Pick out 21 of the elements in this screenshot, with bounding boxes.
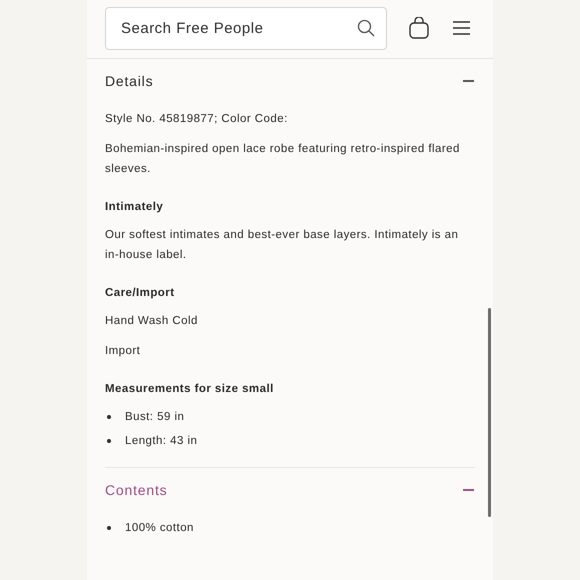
- menu-icon[interactable]: [453, 21, 470, 35]
- bullet-icon: [107, 439, 111, 443]
- list-item-text: Length: 43 in: [125, 434, 198, 449]
- description-text: Import: [105, 344, 142, 359]
- bullet-icon: [107, 526, 111, 530]
- bullet-icon: [107, 415, 111, 419]
- subheading: Intimately: [105, 200, 164, 215]
- description-text: Our softest intimates and best-ever base layers. Intimately is an in-house label.: [105, 228, 460, 263]
- section-title[interactable]: Details: [105, 73, 154, 89]
- subheading: Care/Import: [105, 286, 176, 301]
- list-item-text: Bust: 59 in: [125, 410, 184, 425]
- subheading: Measurements for size small: [105, 382, 275, 397]
- search-icon[interactable]: [357, 18, 375, 36]
- section-title[interactable]: Contents: [105, 482, 168, 498]
- description-text: Hand Wash Cold: [105, 314, 199, 329]
- list-item-text: 100% cotton: [125, 521, 194, 536]
- description-text: Bohemian-inspired open lace robe featuring retro-inspired flared sleeves.: [105, 142, 461, 177]
- search-field[interactable]: Search Free People: [105, 6, 387, 50]
- scrollbar[interactable]: [488, 308, 491, 517]
- shopping-bag-icon[interactable]: [409, 17, 429, 39]
- description-text: Style No. 45819877; Color Code:: [105, 112, 289, 127]
